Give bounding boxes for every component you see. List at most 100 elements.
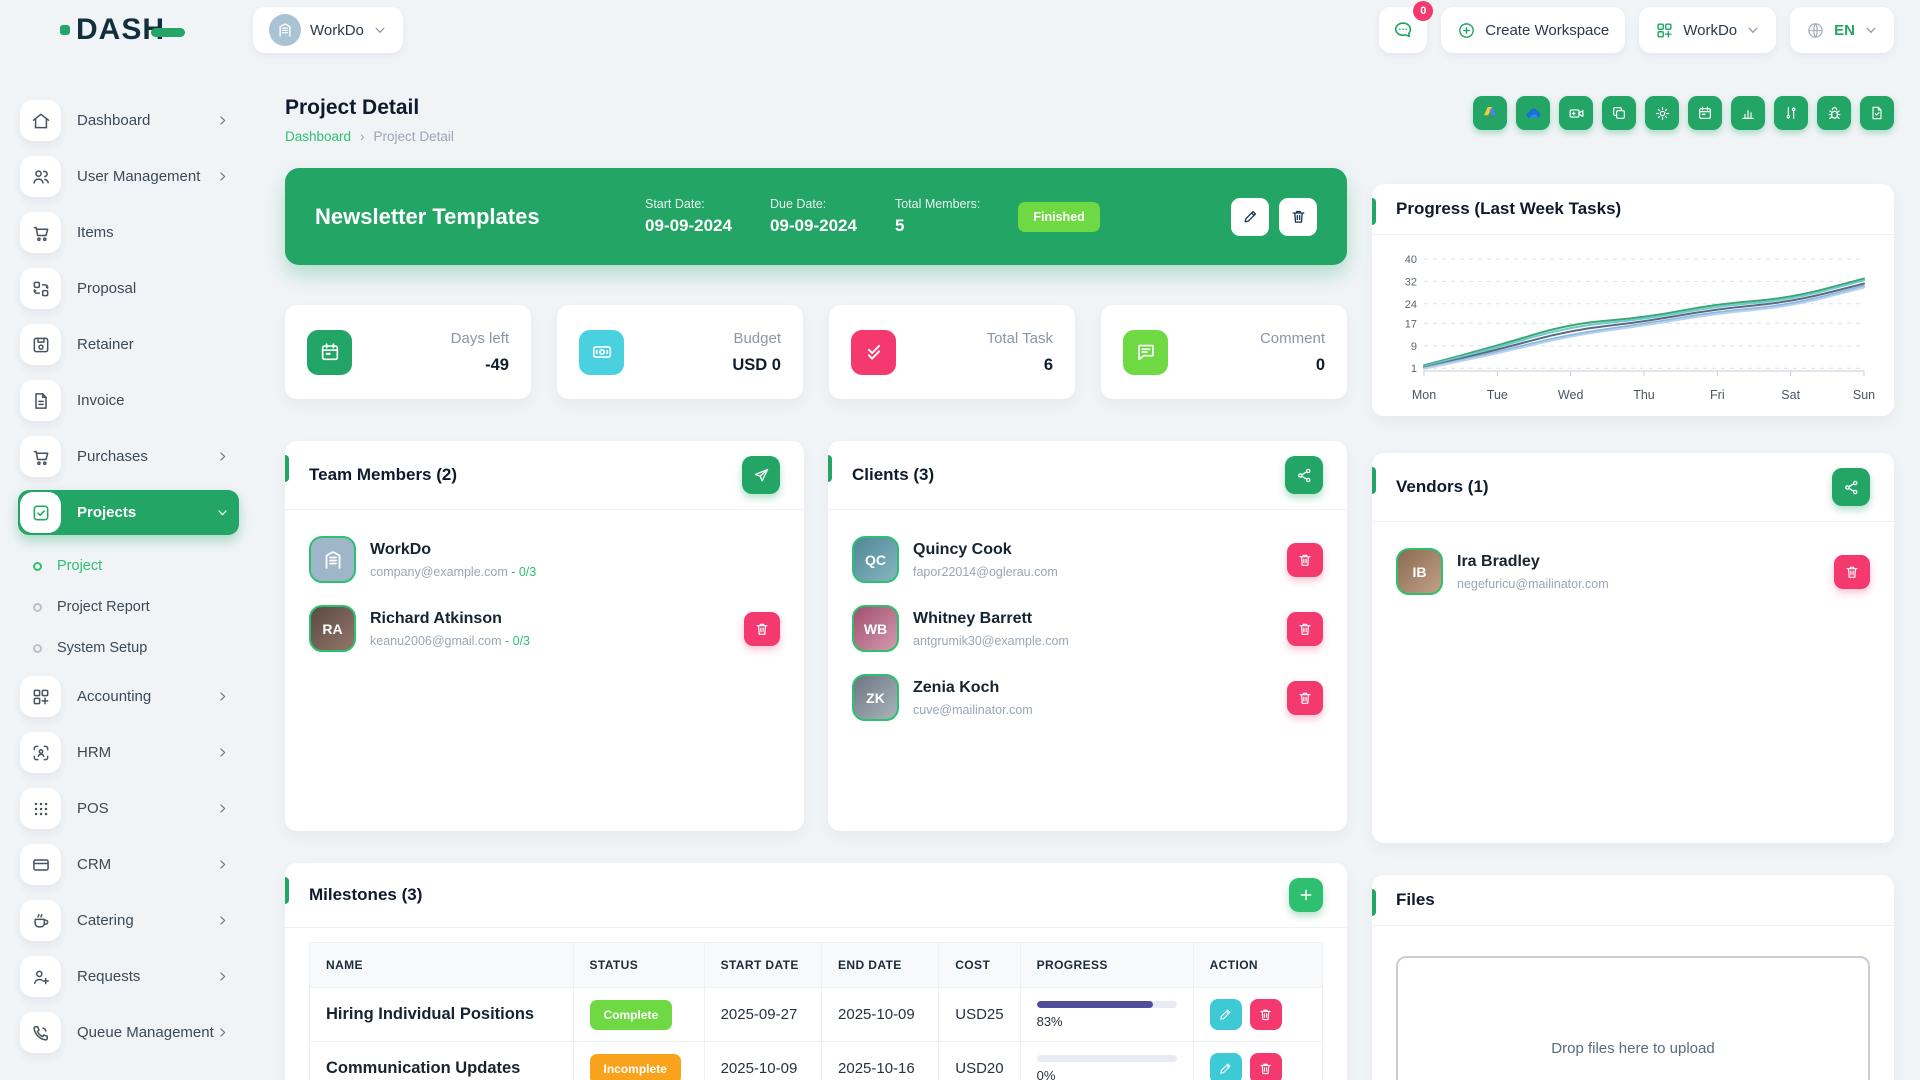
workspace-selector[interactable]: WorkDo	[253, 7, 403, 53]
share-clients-button[interactable]	[1285, 456, 1323, 494]
share-icon	[1296, 467, 1313, 484]
google-drive-icon	[1481, 104, 1499, 122]
sidebar-item-user-management[interactable]: User Management	[18, 154, 239, 199]
invite-member-button[interactable]	[742, 456, 780, 494]
top-bar: DASH WorkDo 0 Create Workspace WorkDo	[0, 0, 1920, 60]
sidebar-item-queue-management[interactable]: Queue Management	[18, 1010, 239, 1055]
create-workspace-label: Create Workspace	[1485, 22, 1609, 39]
pencil-icon	[1218, 1061, 1233, 1076]
check-square-icon	[20, 492, 61, 533]
video-icon	[1568, 105, 1585, 122]
banknote-icon	[579, 330, 624, 375]
sidebar-item-crm[interactable]: CRM	[18, 842, 239, 887]
clients-card: Clients (3) QC Quincy Cook fapor22014@og…	[828, 441, 1347, 831]
bug-report-button[interactable]	[1817, 96, 1851, 130]
calendar-icon	[1697, 105, 1713, 121]
delete-project-button[interactable]	[1279, 198, 1317, 236]
breadcrumb-dashboard-link[interactable]: Dashboard	[285, 129, 351, 144]
sidebar-item-retainer[interactable]: Retainer	[18, 322, 239, 367]
milestone-row: Hiring Individual Positions Complete 202…	[310, 988, 1323, 1042]
col-end-date: END DATE	[822, 943, 939, 988]
chevron-down-icon	[1746, 23, 1760, 37]
sidebar-item-purchases[interactable]: Purchases	[18, 434, 239, 479]
due-date-group: Due Date: 09-09-2024	[770, 197, 857, 236]
progress-bar	[1037, 1001, 1177, 1008]
chevron-down-icon	[216, 506, 229, 519]
remove-client-button[interactable]	[1287, 543, 1323, 577]
sidebar-item-hrm[interactable]: HRM	[18, 730, 239, 775]
remove-member-button[interactable]	[744, 612, 780, 646]
avatar: QC	[852, 536, 899, 583]
sidebar-item-proposal[interactable]: Proposal	[18, 266, 239, 311]
sidebar-item-projects[interactable]: Projects	[18, 490, 239, 535]
logo-dot-icon	[60, 25, 70, 35]
workspace-avatar	[269, 14, 301, 46]
chevron-right-icon	[216, 170, 229, 183]
sidebar-subitem-system-setup[interactable]: System Setup	[18, 628, 239, 668]
app-root: DASH WorkDo 0 Create Workspace WorkDo	[0, 0, 1920, 1080]
team-member-row: RA Richard Atkinson keanu2006@gmail.com …	[309, 605, 780, 652]
delete-milestone-button[interactable]	[1250, 999, 1282, 1030]
create-workspace-button[interactable]: Create Workspace	[1441, 7, 1625, 53]
edit-project-button[interactable]	[1231, 198, 1269, 236]
avatar	[309, 536, 356, 583]
bug-icon	[1826, 105, 1843, 122]
calendar-button[interactable]	[1688, 96, 1722, 130]
chevron-right-icon	[216, 746, 229, 759]
remove-client-button[interactable]	[1287, 681, 1323, 715]
files-card: Files Drop files here to upload	[1372, 875, 1894, 1080]
file-dropzone[interactable]: Drop files here to upload	[1396, 956, 1870, 1080]
header-actions: 0 Create Workspace WorkDo EN	[1379, 7, 1894, 53]
sliders-button[interactable]	[1774, 96, 1808, 130]
chevron-down-icon	[1864, 23, 1878, 37]
sidebar-subitem-project-report[interactable]: Project Report	[18, 587, 239, 627]
language-selector[interactable]: EN	[1790, 7, 1894, 53]
client-row: WB Whitney Barrett antgrumik30@example.c…	[852, 605, 1323, 652]
progress-chart-area: 1917243240MonTueWedThuFriSatSun	[1372, 235, 1894, 416]
stat-comment: Comment 0	[1101, 305, 1347, 399]
cart-icon	[20, 212, 61, 253]
settings-button[interactable]	[1645, 96, 1679, 130]
sidebar-item-requests[interactable]: Requests	[18, 954, 239, 999]
onedrive-button[interactable]	[1516, 96, 1550, 130]
workspace-menu-button[interactable]: WorkDo	[1639, 7, 1776, 53]
share-vendors-button[interactable]	[1832, 468, 1870, 506]
sidebar-item-pos[interactable]: POS	[18, 786, 239, 831]
share-icon	[1843, 479, 1860, 496]
sidebar-item-accounting[interactable]: Accounting	[18, 674, 239, 719]
building-icon	[321, 548, 345, 572]
edit-milestone-button[interactable]	[1210, 1053, 1242, 1080]
total-members-value: 5	[895, 216, 980, 236]
chat-button[interactable]: 0	[1379, 7, 1427, 53]
trash-icon	[1290, 208, 1307, 225]
file-report-button[interactable]	[1860, 96, 1894, 130]
pencil-icon	[1218, 1007, 1233, 1022]
vendors-title: Vendors (1)	[1396, 477, 1489, 497]
sidebar-item-catering[interactable]: Catering	[18, 898, 239, 943]
sidebar-item-items[interactable]: Items	[18, 210, 239, 255]
brand-logo[interactable]: DASH	[0, 13, 253, 47]
svg-text:Sat: Sat	[1781, 388, 1800, 402]
video-button[interactable]	[1559, 96, 1593, 130]
breadcrumb-current: Project Detail	[374, 129, 454, 144]
sidebar-subitem-project[interactable]: Project	[18, 546, 239, 586]
chevron-right-icon	[216, 802, 229, 815]
sliders-icon	[1783, 105, 1799, 121]
stat-days-left: Days left -49	[285, 305, 531, 399]
remove-vendor-button[interactable]	[1834, 555, 1870, 589]
copy-button[interactable]	[1602, 96, 1636, 130]
sidebar-item-dashboard[interactable]: Dashboard	[18, 98, 239, 143]
chevron-right-icon	[216, 450, 229, 463]
project-banner: Newsletter Templates Start Date: 09-09-2…	[285, 168, 1347, 265]
add-milestone-button[interactable]	[1289, 878, 1323, 912]
google-drive-button[interactable]	[1473, 96, 1507, 130]
avatar: RA	[309, 605, 356, 652]
team-members-card: Team Members (2) WorkDo company@example.…	[285, 441, 804, 831]
delete-milestone-button[interactable]	[1250, 1053, 1282, 1080]
remove-client-button[interactable]	[1287, 612, 1323, 646]
bullet-icon	[33, 562, 42, 571]
sidebar-item-invoice[interactable]: Invoice	[18, 378, 239, 423]
col-name: NAME	[310, 943, 574, 988]
chart-button[interactable]	[1731, 96, 1765, 130]
edit-milestone-button[interactable]	[1210, 999, 1242, 1030]
